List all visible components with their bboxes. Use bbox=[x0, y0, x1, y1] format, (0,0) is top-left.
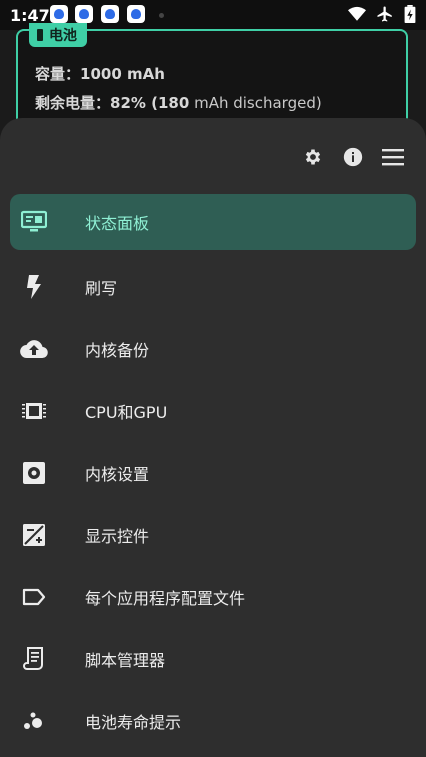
label-icon bbox=[20, 583, 48, 611]
notification-dot bbox=[159, 13, 164, 18]
battery-chip-label: 电池 bbox=[49, 28, 77, 44]
battery-charging-icon bbox=[404, 5, 416, 23]
menu-item-dashboard[interactable]: 状态面板 bbox=[10, 194, 416, 250]
baidu-paw-icon bbox=[75, 5, 93, 23]
menu-item-label: 显示控件 bbox=[85, 527, 150, 546]
flash-icon bbox=[20, 273, 48, 301]
drawer-menu: 状态面板 刷写 内核备份 CPU和GPU 内核设置 显示控件 每个应用程序配置文… bbox=[0, 194, 426, 752]
cloud-upload-icon bbox=[20, 335, 48, 363]
menu-item-label: 刷写 bbox=[85, 279, 118, 298]
menu-item-flash[interactable]: 刷写 bbox=[10, 256, 416, 318]
menu-item-label: 每个应用程序配置文件 bbox=[85, 589, 246, 608]
drawer-top-actions bbox=[302, 146, 404, 168]
chip-icon bbox=[20, 397, 48, 425]
menu-item-kernel-settings[interactable]: 内核设置 bbox=[10, 442, 416, 504]
menu-item-label: 内核备份 bbox=[85, 341, 150, 360]
bubbles-icon bbox=[20, 707, 48, 735]
remaining-label: 剩余电量： bbox=[35, 94, 111, 112]
battery-icon bbox=[37, 29, 43, 41]
capacity-label: 容量： bbox=[35, 65, 81, 83]
menu-item-per-app-profiles[interactable]: 每个应用程序配置文件 bbox=[10, 566, 416, 628]
airplane-icon bbox=[377, 6, 392, 22]
info-icon[interactable] bbox=[342, 146, 364, 168]
menu-item-battery-tips[interactable]: 电池寿命提示 bbox=[10, 690, 416, 752]
remaining-suffix: mAh discharged) bbox=[189, 94, 322, 112]
menu-item-label: 电池寿命提示 bbox=[85, 713, 182, 732]
baidu-paw-icon bbox=[127, 5, 145, 23]
baidu-paw-icon bbox=[101, 5, 119, 23]
dashboard-icon bbox=[20, 208, 48, 236]
remaining-row: 剩余电量：82% (180 mAh discharged) bbox=[35, 92, 322, 113]
menu-icon[interactable] bbox=[382, 146, 404, 168]
remaining-value: 82% (180 bbox=[110, 94, 190, 112]
baidu-paw-icon bbox=[50, 5, 68, 23]
menu-item-kernel-backup[interactable]: 内核备份 bbox=[10, 318, 416, 380]
script-icon bbox=[20, 645, 48, 673]
menu-item-cpu-gpu[interactable]: CPU和GPU bbox=[10, 380, 416, 442]
menu-item-label: 脚本管理器 bbox=[85, 651, 166, 670]
navigation-drawer: 状态面板 刷写 内核备份 CPU和GPU 内核设置 显示控件 每个应用程序配置文… bbox=[0, 118, 426, 757]
capacity-row: 容量：1000 mAh bbox=[35, 63, 165, 84]
battery-chip: 电池 bbox=[29, 23, 87, 47]
menu-item-label: 内核设置 bbox=[85, 465, 150, 484]
menu-item-script-manager[interactable]: 脚本管理器 bbox=[10, 628, 416, 690]
exposure-icon bbox=[20, 521, 48, 549]
menu-item-display-controls[interactable]: 显示控件 bbox=[10, 504, 416, 566]
capacity-value: 1000 mAh bbox=[80, 65, 165, 83]
menu-item-label: 状态面板 bbox=[85, 214, 150, 233]
settings-icon[interactable] bbox=[302, 146, 324, 168]
wifi-icon bbox=[348, 6, 366, 21]
menu-item-label: CPU和GPU bbox=[85, 403, 168, 422]
settings-box-icon bbox=[20, 459, 48, 487]
